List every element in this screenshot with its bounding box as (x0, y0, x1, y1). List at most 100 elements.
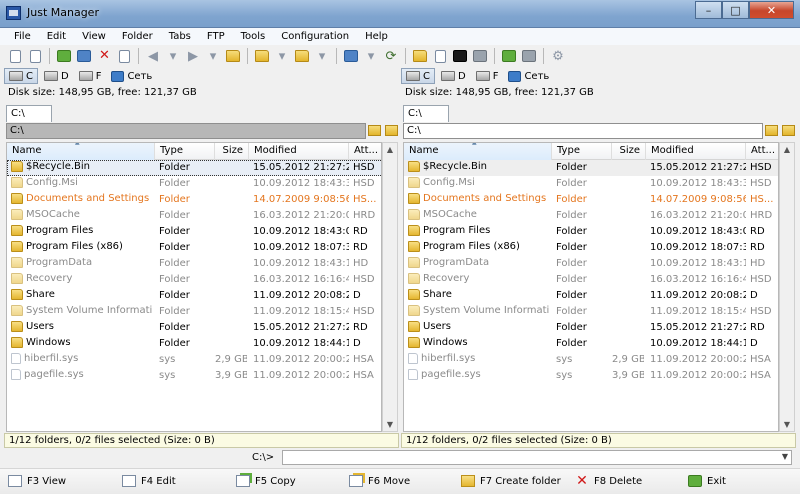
file-row[interactable]: Config.Msi Folder 10.09.2012 18:43:37 HSD (404, 176, 778, 192)
column-name[interactable]: Name (404, 143, 552, 160)
file-row[interactable]: Program Files Folder 10.09.2012 18:43:09 RD (7, 224, 381, 240)
file-row[interactable]: System Volume Informati... Folder 11.09.20… (404, 304, 778, 320)
disconnect-network-button[interactable] (520, 47, 538, 65)
file-row[interactable]: $Recycle.Bin Folder 15.05.2012 21:27:26 HSD (7, 160, 381, 176)
exit-button[interactable]: Exit (688, 472, 726, 490)
view-file-button[interactable] (6, 47, 24, 65)
console-button[interactable] (451, 47, 469, 65)
drive-button-d[interactable]: D (40, 68, 73, 84)
drive-button-network[interactable]: Сеть (107, 68, 156, 84)
refresh-button[interactable]: ⟳ (382, 47, 400, 65)
path-field[interactable]: C:\ (6, 123, 366, 139)
command-input[interactable]: ▼ (282, 450, 792, 465)
chevron-down-icon[interactable]: ▼ (782, 452, 788, 461)
back-dropdown[interactable]: ▾ (164, 47, 182, 65)
scroll-down-icon[interactable]: ▼ (385, 420, 395, 429)
vertical-scrollbar[interactable]: ▲ ▼ (779, 142, 795, 432)
file-row[interactable]: MSOCache Folder 16.03.2012 21:20:08 HRD (404, 208, 778, 224)
file-row[interactable]: $Recycle.Bin Folder 15.05.2012 21:27:26 HSD (404, 160, 778, 176)
settings-button[interactable]: ⚙ (549, 47, 567, 65)
forward-dropdown[interactable]: ▾ (204, 47, 222, 65)
scroll-up-icon[interactable]: ▲ (385, 145, 395, 154)
file-row[interactable]: hiberfil.sys sys 2,9 GB 11.09.2012 20:00:20… (7, 352, 381, 368)
f7-create-folder-button[interactable]: F7 Create folder (461, 472, 561, 490)
menu-help[interactable]: Help (357, 31, 396, 42)
column-type[interactable]: Type (155, 143, 215, 160)
view-mode-button[interactable] (342, 47, 360, 65)
file-list[interactable]: Name Type Size Modified Att... $Recycle.… (403, 142, 779, 432)
move-button[interactable] (75, 47, 93, 65)
drive-button-f[interactable]: F (472, 68, 503, 84)
drive-button-d[interactable]: D (437, 68, 470, 84)
column-modified[interactable]: Modified (646, 143, 746, 160)
rename-button[interactable] (115, 47, 133, 65)
menu-ftp[interactable]: FTP (199, 31, 233, 42)
file-row[interactable]: pagefile.sys sys 3,9 GB 11.09.2012 20:00:25… (7, 368, 381, 384)
drive-button-f[interactable]: F (75, 68, 106, 84)
folder-history-icon[interactable] (368, 125, 381, 136)
file-row[interactable]: Users Folder 15.05.2012 21:27:22 RD (404, 320, 778, 336)
properties-button[interactable] (431, 47, 449, 65)
folder-history-icon[interactable] (765, 125, 778, 136)
forward-button[interactable]: ▶ (184, 47, 202, 65)
file-row[interactable]: hiberfil.sys sys 2,9 GB 11.09.2012 20:00:20… (404, 352, 778, 368)
drive-button-network[interactable]: Сеть (504, 68, 553, 84)
copy-button[interactable] (55, 47, 73, 65)
bookmarks-dropdown[interactable]: ▾ (273, 47, 291, 65)
menu-tools[interactable]: Tools (233, 31, 274, 42)
file-row[interactable]: Share Folder 11.09.2012 20:08:20 D (404, 288, 778, 304)
close-button[interactable]: ✕ (749, 1, 794, 19)
connect-network-button[interactable] (500, 47, 518, 65)
column-modified[interactable]: Modified (249, 143, 349, 160)
edit-file-button[interactable] (26, 47, 44, 65)
file-row[interactable]: Users Folder 15.05.2012 21:27:22 RD (7, 320, 381, 336)
file-row[interactable]: Program Files Folder 10.09.2012 18:43:09 RD (404, 224, 778, 240)
file-row[interactable]: Config.Msi Folder 10.09.2012 18:43:37 HSD (7, 176, 381, 192)
column-size[interactable]: Size (215, 143, 249, 160)
folder-up-icon[interactable] (385, 125, 398, 136)
file-row[interactable]: Recovery Folder 16.03.2012 16:16:47 HSD (404, 272, 778, 288)
file-row[interactable]: Documents and Settings Folder 14.07.2009 9… (7, 192, 381, 208)
folder-up-icon[interactable] (782, 125, 795, 136)
maximize-button[interactable]: □ (722, 1, 749, 19)
drive-button-c[interactable]: C (401, 68, 435, 84)
menu-configuration[interactable]: Configuration (273, 31, 357, 42)
file-row[interactable]: ProgramData Folder 10.09.2012 18:43:15 HD (7, 256, 381, 272)
view-mode-dropdown[interactable]: ▾ (362, 47, 380, 65)
menu-folder[interactable]: Folder (114, 31, 161, 42)
minimize-button[interactable]: – (695, 1, 722, 19)
tab-c[interactable]: C:\ (6, 105, 52, 122)
column-attributes[interactable]: Att... (349, 143, 381, 160)
file-row[interactable]: System Volume Informati... Folder 11.09.20… (7, 304, 381, 320)
file-row[interactable]: Program Files (x86) Folder 10.09.2012 18:0… (404, 240, 778, 256)
f8-delete-button[interactable]: ✕ F8 Delete (575, 472, 642, 490)
drive-button-c[interactable]: C (4, 68, 38, 84)
file-list[interactable]: Name Type Size Modified Att... $Recycle.… (6, 142, 382, 432)
f4-edit-button[interactable]: F4 Edit (122, 472, 176, 490)
file-row[interactable]: MSOCache Folder 16.03.2012 21:20:08 HRD (7, 208, 381, 224)
file-row[interactable]: Recovery Folder 16.03.2012 16:16:47 HSD (7, 272, 381, 288)
back-button[interactable]: ◀ (144, 47, 162, 65)
favorites-button[interactable] (293, 47, 311, 65)
file-row[interactable]: Documents and Settings Folder 14.07.2009 9… (404, 192, 778, 208)
f6-move-button[interactable]: F6 Move (349, 472, 410, 490)
file-row[interactable]: Windows Folder 10.09.2012 18:44:19 D (7, 336, 381, 352)
scroll-up-icon[interactable]: ▲ (782, 145, 792, 154)
column-name[interactable]: Name (7, 143, 155, 160)
menu-edit[interactable]: Edit (39, 31, 74, 42)
drive-button[interactable] (471, 47, 489, 65)
tab-c[interactable]: C:\ (403, 105, 449, 122)
file-row[interactable]: pagefile.sys sys 3,9 GB 11.09.2012 20:00:25… (404, 368, 778, 384)
menu-tabs[interactable]: Tabs (161, 31, 199, 42)
find-button[interactable] (411, 47, 429, 65)
path-field[interactable]: C:\ (403, 123, 763, 139)
file-row[interactable]: Share Folder 11.09.2012 20:08:20 D (7, 288, 381, 304)
f5-copy-button[interactable]: F5 Copy (236, 472, 296, 490)
f3-view-button[interactable]: F3 View (8, 472, 66, 490)
menu-view[interactable]: View (74, 31, 114, 42)
column-size[interactable]: Size (612, 143, 646, 160)
favorites-dropdown[interactable]: ▾ (313, 47, 331, 65)
file-row[interactable]: Windows Folder 10.09.2012 18:44:19 D (404, 336, 778, 352)
delete-button[interactable]: ✕ (95, 47, 113, 65)
menu-file[interactable]: File (6, 31, 39, 42)
